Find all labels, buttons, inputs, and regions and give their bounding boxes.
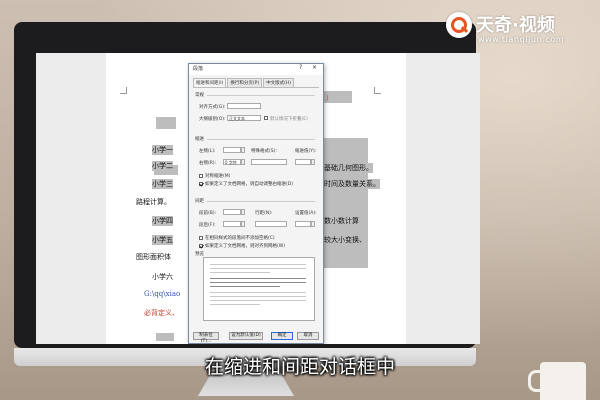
brand-name: 天奇·视频 bbox=[476, 15, 555, 36]
left-indent-label: 左侧(L): bbox=[199, 149, 216, 154]
doc-line: 图形面积体 bbox=[136, 253, 171, 261]
before-spacing-input[interactable] bbox=[223, 209, 241, 215]
before-spacing-label: 段前(B): bbox=[199, 211, 217, 216]
section-general: 常规 bbox=[195, 93, 204, 98]
divider bbox=[207, 139, 315, 140]
preview-line bbox=[210, 272, 270, 273]
highlight-block bbox=[322, 138, 368, 268]
doc-fragment: 基础几何图形。 bbox=[324, 163, 373, 173]
doc-fragment: 数小数计算 bbox=[324, 216, 359, 226]
outline-level-select[interactable]: 正文文本 bbox=[227, 115, 261, 121]
monitor: 小学一 小学二 小学三 路程计算。 小学四 小学五 图形面积体 小学六 G:\q… bbox=[14, 22, 480, 348]
section-spacing: 间距 bbox=[195, 199, 204, 204]
right-indent-label: 右侧(R): bbox=[199, 161, 217, 166]
special-format-select[interactable] bbox=[251, 159, 287, 165]
tab-asian-typography[interactable]: 中文版式(H) bbox=[263, 78, 294, 87]
tab-indent-spacing[interactable]: 缩进和间距(I) bbox=[193, 78, 227, 87]
setting-value-input[interactable] bbox=[295, 221, 311, 227]
alignment-label: 对齐方式(G): bbox=[199, 105, 226, 110]
preview-line bbox=[210, 296, 306, 297]
doc-line: 小学五 bbox=[152, 235, 173, 245]
preview-line bbox=[210, 286, 280, 287]
page-corner-mark bbox=[374, 87, 381, 94]
after-spacing-spinner[interactable] bbox=[241, 221, 245, 227]
doc-line: G:\qq\xiao bbox=[144, 290, 181, 298]
line-spacing-select[interactable] bbox=[255, 221, 287, 227]
screen: 小学一 小学二 小学三 路程计算。 小学四 小学五 图形面积体 小学六 G:\q… bbox=[36, 53, 480, 344]
collapse-checkbox[interactable] bbox=[264, 116, 268, 120]
divider bbox=[207, 201, 315, 202]
doc-line: 小学一 bbox=[152, 145, 173, 155]
divider bbox=[207, 95, 315, 96]
left-indent-input[interactable] bbox=[223, 147, 241, 153]
tab-divider bbox=[193, 87, 319, 88]
help-button[interactable]: ? bbox=[299, 64, 302, 71]
alignment-select[interactable] bbox=[227, 103, 261, 109]
preview-line bbox=[210, 268, 306, 269]
doc-fragment: ） bbox=[326, 94, 333, 102]
logo-icon bbox=[446, 12, 472, 38]
setting-value-spinner[interactable] bbox=[311, 221, 315, 227]
before-spacing-spinner[interactable] bbox=[241, 209, 245, 215]
doc-line: 小学二 bbox=[152, 161, 173, 171]
highlight-block bbox=[156, 333, 174, 341]
mirror-indent-checkbox[interactable] bbox=[199, 174, 203, 178]
after-spacing-input[interactable] bbox=[223, 221, 241, 227]
tab-stops-button[interactable]: 制表位(T)... bbox=[193, 332, 219, 344]
doc-line: 小学三 bbox=[152, 179, 173, 189]
collapse-label: 默认情况下折叠(E) bbox=[270, 117, 308, 122]
dialog-title: 段落 bbox=[193, 66, 204, 72]
highlight-block bbox=[156, 117, 176, 129]
after-spacing-label: 段后(F): bbox=[199, 223, 216, 228]
right-indent-spinner[interactable] bbox=[241, 159, 245, 165]
preview-line bbox=[210, 282, 306, 283]
auto-right-indent-label: 如果定义了文档网格，则自动调整右缩进(D) bbox=[205, 182, 293, 187]
doc-fragment: 时间及数量关系。 bbox=[324, 179, 380, 189]
section-indent: 缩进 bbox=[195, 137, 204, 142]
snap-grid-checkbox[interactable] bbox=[199, 244, 203, 248]
set-default-button[interactable]: 设为默认值(D) bbox=[229, 332, 263, 340]
no-space-label: 在相同样式的段落间不添加空格(C) bbox=[205, 236, 275, 241]
video-subtitle: 在缩进和间距对话框中 bbox=[204, 356, 395, 378]
close-button[interactable]: × bbox=[312, 64, 317, 71]
page-corner-mark bbox=[120, 87, 127, 94]
auto-right-indent-checkbox[interactable] bbox=[199, 182, 203, 186]
dialog-titlebar: 段落 ? × bbox=[189, 64, 323, 75]
no-space-checkbox[interactable] bbox=[199, 236, 203, 240]
brand-logo: 天奇·视频 www.tianqijun.com bbox=[446, 8, 596, 52]
doc-line: 路程计算。 bbox=[136, 198, 171, 206]
preview-line bbox=[210, 300, 306, 301]
right-indent-input[interactable]: 0 字符 bbox=[223, 159, 241, 165]
tab-line-page-breaks[interactable]: 换行和分页(P) bbox=[227, 78, 263, 87]
indent-value-input[interactable] bbox=[295, 159, 311, 165]
doc-line: 小学四 bbox=[152, 216, 173, 226]
preview-line bbox=[210, 264, 306, 265]
doc-line: 小学六 bbox=[152, 273, 173, 281]
dialog-tabs: 缩进和间距(I) 换行和分页(P) 中文版式(H) bbox=[193, 78, 295, 87]
mirror-indent-label: 对称缩进(M) bbox=[205, 174, 231, 179]
preview-box bbox=[203, 257, 315, 321]
brand-url: www.tianqijun.com bbox=[478, 35, 565, 44]
preview-line bbox=[210, 278, 306, 279]
doc-line: 必背定义、 bbox=[144, 309, 179, 317]
left-indent-spinner[interactable] bbox=[241, 147, 245, 153]
outline-level-label: 大纲级别(O): bbox=[199, 117, 226, 122]
indent-value-spinner[interactable] bbox=[311, 159, 315, 165]
special-format-label: 特殊格式(S): bbox=[251, 149, 277, 154]
ok-button[interactable]: 确定 bbox=[271, 332, 293, 340]
paragraph-dialog: 段落 ? × 缩进和间距(I) 换行和分页(P) 中文版式(H) 常规 对齐方式… bbox=[188, 63, 324, 344]
snap-grid-label: 如果定义了文档网格，则对齐到网格(W) bbox=[205, 244, 285, 249]
cancel-button[interactable]: 取消 bbox=[297, 332, 319, 340]
indent-value-label: 缩进值(Y): bbox=[295, 149, 317, 154]
line-spacing-label: 行距(N): bbox=[255, 211, 273, 216]
preview-line bbox=[210, 304, 260, 305]
preview-line bbox=[210, 292, 306, 293]
setting-value-label: 设置值(A): bbox=[295, 211, 317, 216]
doc-fragment: 较大小变换、 bbox=[324, 235, 366, 245]
